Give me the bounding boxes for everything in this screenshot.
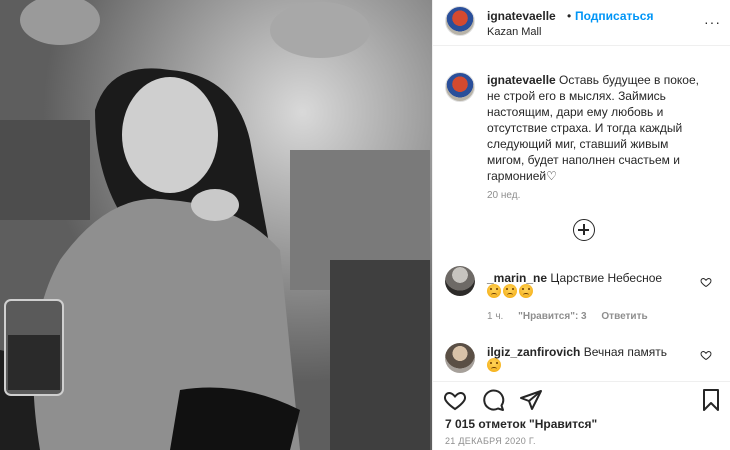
comment-time[interactable]: 1 ч. bbox=[487, 311, 503, 322]
location-link[interactable]: Kazan Mall bbox=[487, 26, 541, 38]
comment-avatar[interactable] bbox=[445, 343, 475, 373]
share-plane-icon[interactable] bbox=[519, 388, 543, 412]
sad-face-icon bbox=[487, 358, 501, 372]
post-actions-bar bbox=[433, 381, 730, 415]
author-username[interactable]: ignatevaelle bbox=[487, 9, 556, 23]
save-bookmark-icon[interactable] bbox=[699, 388, 723, 412]
sad-face-icon bbox=[487, 284, 501, 298]
reply-button[interactable]: Ответить bbox=[601, 311, 647, 322]
comment-emoji-row bbox=[487, 284, 533, 298]
comment-like-heart-icon[interactable] bbox=[700, 349, 712, 361]
more-options-icon[interactable]: ··· bbox=[704, 14, 721, 30]
sad-face-icon bbox=[503, 284, 517, 298]
comment-like-heart-icon[interactable] bbox=[700, 276, 712, 288]
comment-username[interactable]: ilgiz_zanfirovich bbox=[487, 345, 580, 359]
caption-time[interactable]: 20 нед. bbox=[487, 190, 520, 201]
post-photo[interactable] bbox=[0, 0, 432, 450]
load-more-comments-icon[interactable] bbox=[573, 219, 595, 241]
caption-body: Оставь будущее в покое, не строй его в м… bbox=[487, 73, 699, 183]
comment-meta: 1 ч. "Нравится": 3 Ответить bbox=[487, 311, 660, 322]
comment-text: Царствие Небесное bbox=[550, 271, 663, 285]
comment-item: ilgiz_zanfirovich Вечная память bbox=[487, 344, 697, 360]
caption-username[interactable]: ignatevaelle bbox=[487, 73, 556, 87]
comment-username[interactable]: _marin_ne bbox=[487, 271, 547, 285]
author-avatar[interactable] bbox=[445, 6, 475, 36]
comment-text: Вечная память bbox=[583, 345, 668, 359]
post-sidebar: ignatevaelle • Подписаться Kazan Mall ··… bbox=[432, 0, 730, 450]
comment-emoji-row bbox=[487, 358, 501, 372]
follow-button[interactable]: Подписаться bbox=[575, 9, 653, 23]
comment-likes-count[interactable]: "Нравится": 3 bbox=[518, 311, 587, 322]
caption-avatar[interactable] bbox=[445, 72, 475, 102]
post-header: ignatevaelle • Подписаться Kazan Mall ··… bbox=[433, 0, 730, 46]
separator-dot: • bbox=[567, 9, 572, 23]
sad-face-icon bbox=[519, 284, 533, 298]
like-heart-icon[interactable] bbox=[443, 388, 467, 412]
caption-text: ignatevaelle Оставь будущее в покое, не … bbox=[487, 72, 703, 184]
comment-bubble-icon[interactable] bbox=[481, 388, 505, 412]
photo-scene bbox=[0, 0, 432, 450]
comment-avatar[interactable] bbox=[445, 266, 475, 296]
likes-count[interactable]: 7 015 отметок "Нравится" bbox=[445, 417, 597, 431]
post-date[interactable]: 21 ДЕКАБРЯ 2020 Г. bbox=[445, 436, 536, 446]
